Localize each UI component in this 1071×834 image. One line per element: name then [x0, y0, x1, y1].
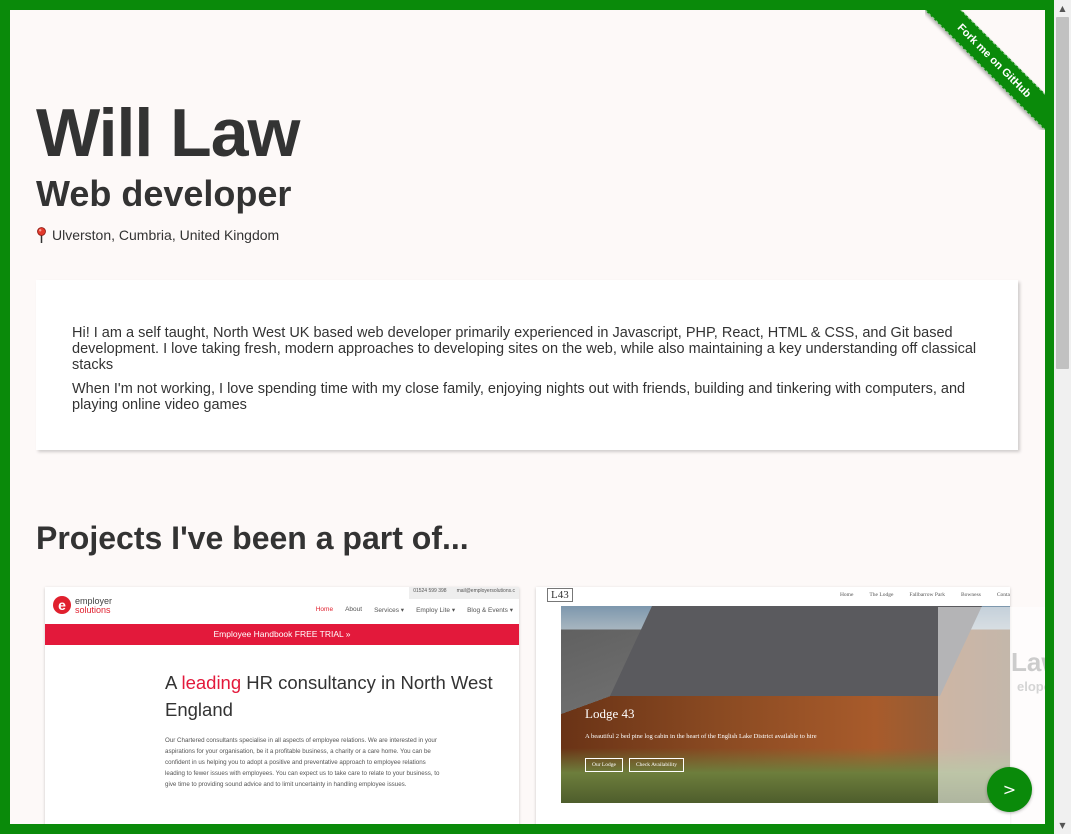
- l43-our-lodge-button: Our Lodge: [585, 758, 623, 772]
- location-text: Ulverston, Cumbria, United Kingdom: [52, 227, 280, 243]
- l43-hero-title: Lodge 43: [585, 706, 635, 721]
- preview-role: eloper: [1017, 679, 1045, 694]
- project-card-employer-solutions[interactable]: 01524 599 398 mail@employersolutions.c e…: [45, 587, 519, 824]
- es-nav-item: Home: [315, 606, 334, 613]
- l43-hero-subtitle: A beautiful 2 bed pine log cabin in the …: [585, 733, 817, 740]
- github-ribbon-container: Fork me on GitHub: [925, 10, 1045, 130]
- es-top-bar: 01524 599 398 mail@employersolutions.c: [409, 587, 519, 599]
- fork-on-github-ribbon[interactable]: Fork me on GitHub: [925, 10, 1045, 130]
- l43-roof: [610, 606, 982, 696]
- l43-nav-item: Fallbarrow Park: [909, 592, 945, 598]
- scroll-up-arrow-icon[interactable]: ▲: [1054, 0, 1071, 17]
- vertical-scrollbar[interactable]: ▲ ▼: [1054, 0, 1071, 834]
- es-phone: 01524 599 398: [413, 588, 447, 594]
- map-pin-icon: [36, 227, 47, 243]
- es-logo-text: solutions: [75, 605, 111, 615]
- preview-name: Law: [1011, 647, 1045, 677]
- es-nav: Home About Services ▾ Employ Lite ▾ Blog…: [316, 606, 513, 614]
- es-nav-item: Blog & Events ▾: [467, 607, 513, 614]
- page-frame: Fork me on GitHub Will Law Web developer…: [10, 10, 1045, 824]
- l43-nav: Home The Lodge Fallbarrow Park Bowness C…: [840, 592, 1010, 598]
- page-title: Will Law: [36, 95, 300, 171]
- l43-hero-buttons: Our Lodge Check Availability: [585, 758, 684, 772]
- es-headline: A leading HR consultancy in North West E…: [165, 669, 495, 723]
- scrollbar-thumb[interactable]: [1056, 17, 1069, 369]
- l43-nav-item: Home: [839, 592, 854, 598]
- es-body-text: Our Chartered consultants specialise in …: [165, 737, 440, 788]
- about-paragraph: When I'm not working, I love spending ti…: [72, 381, 966, 413]
- scroll-down-arrow-icon[interactable]: ▼: [1054, 817, 1071, 834]
- es-logo-icon: e: [53, 596, 71, 614]
- about-card: Hi! I am a self taught, North West UK ba…: [36, 280, 1018, 450]
- es-nav-item: Services ▾: [374, 607, 405, 614]
- es-email: mail@employersolutions.c: [456, 588, 515, 594]
- es-banner: Employee Handbook FREE TRIAL »: [45, 624, 519, 645]
- job-title: Web developer: [36, 173, 292, 214]
- l43-nav-item: The Lodge: [869, 592, 894, 598]
- next-button[interactable]: >: [987, 767, 1032, 812]
- location: Ulverston, Cumbria, United Kingdom: [36, 227, 279, 243]
- l43-check-availability-button: Check Availability: [628, 758, 684, 772]
- about-paragraph: Hi! I am a self taught, North West UK ba…: [72, 325, 977, 373]
- es-headline-pre: A: [165, 672, 182, 693]
- l43-logo: L43: [547, 588, 573, 602]
- es-nav-item: Employ Lite ▾: [416, 607, 456, 614]
- projects-heading: Projects I've been a part of...: [36, 520, 469, 556]
- l43-nav-item: Conta: [996, 592, 1010, 598]
- es-nav-item: About: [345, 606, 363, 613]
- es-headline-highlight: leading: [181, 672, 242, 693]
- l43-nav-item: Bowness: [960, 592, 981, 598]
